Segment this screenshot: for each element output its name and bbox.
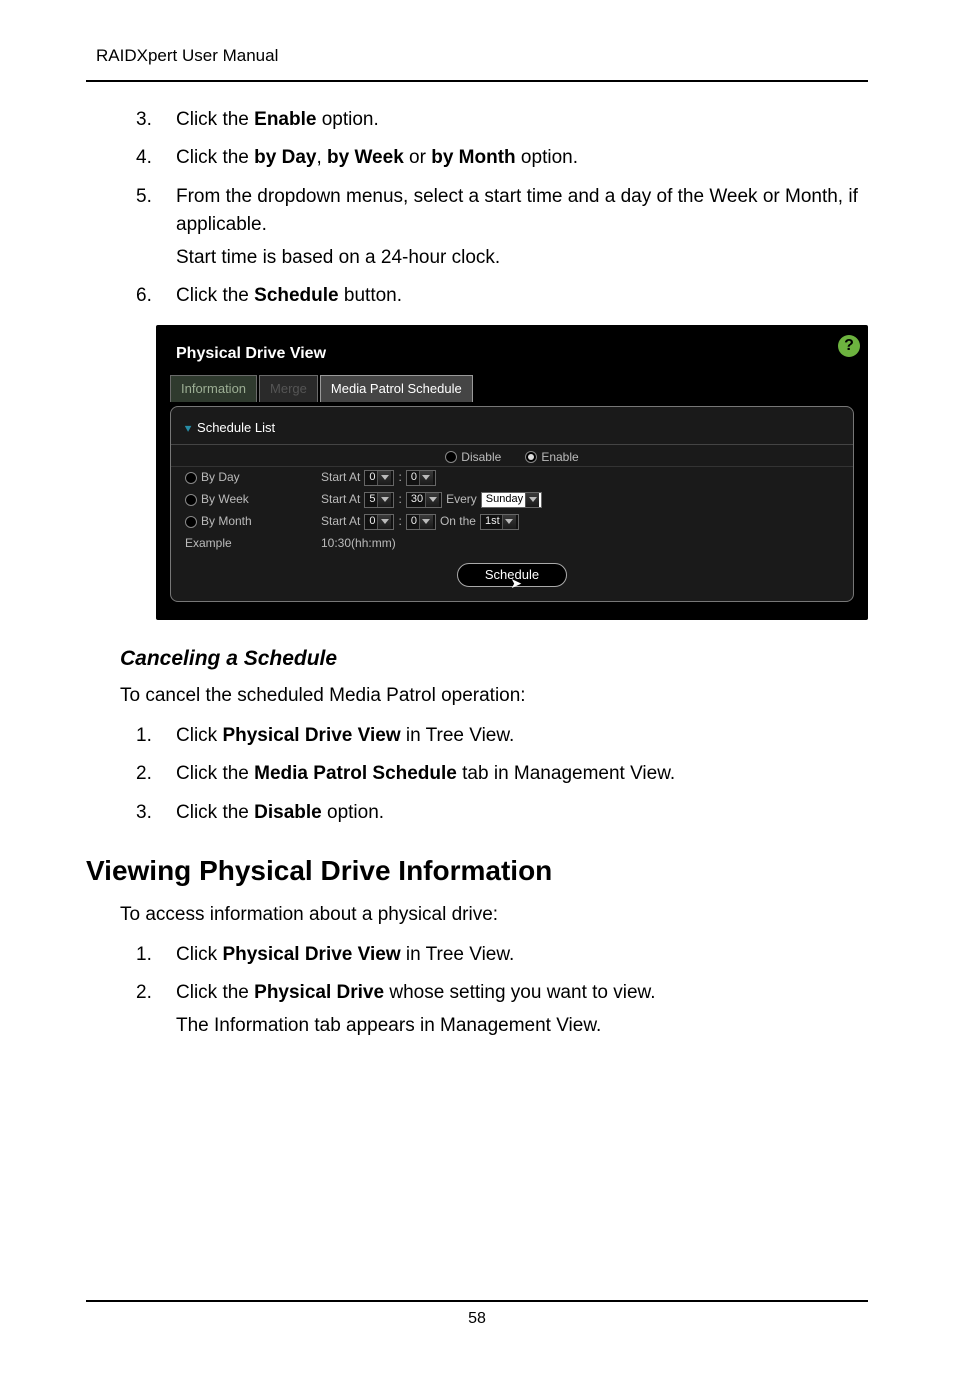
day-of-month-select[interactable]: 1st [480, 514, 519, 530]
by-day-row: By Day Start At 0 : 0 [171, 467, 853, 489]
step-3: Click the Enable option. [136, 106, 868, 135]
enable-option[interactable]: Enable [525, 449, 578, 466]
chevron-down-icon [525, 493, 539, 507]
view-step-list: Click Physical Drive View in Tree View. … [86, 941, 868, 1041]
tab-media-patrol-schedule[interactable]: Media Patrol Schedule [320, 375, 473, 402]
hour-select[interactable]: 0 [364, 470, 394, 486]
hour-select[interactable]: 5 [364, 492, 394, 508]
step-4: Click the by Day, by Week or by Month op… [136, 144, 868, 173]
view-step-1: Click Physical Drive View in Tree View. [136, 941, 868, 970]
viewing-heading: Viewing Physical Drive Information [86, 851, 868, 890]
chevron-down-icon [419, 515, 433, 529]
radio-icon [445, 451, 457, 463]
enable-disable-row: Disable Enable [171, 445, 853, 467]
page-number: 58 [86, 1300, 868, 1330]
minute-select[interactable]: 0 [406, 470, 436, 486]
radio-icon[interactable] [185, 494, 197, 506]
radio-icon[interactable] [185, 472, 197, 484]
schedule-button[interactable]: Schedule ➤ [457, 563, 567, 587]
cursor-icon: ➤ [510, 575, 522, 592]
chevron-down-icon [377, 471, 391, 485]
step-6: Click the Schedule button. [136, 282, 868, 311]
chevron-down-icon [377, 493, 391, 507]
canceling-heading: Canceling a Schedule [120, 644, 868, 673]
schedule-list-box: ▾ Schedule List Disable Enable By Day St… [170, 406, 854, 601]
cancel-step-list: Click Physical Drive View in Tree View. … [86, 722, 868, 828]
minute-select[interactable]: 30 [406, 492, 442, 508]
chevron-down-icon: ▾ [185, 420, 192, 437]
help-icon[interactable]: ? [838, 335, 860, 357]
tab-information[interactable]: Information [170, 375, 257, 402]
chevron-down-icon [419, 471, 433, 485]
step-5-sub: Start time is based on a 24-hour clock. [176, 244, 868, 273]
radio-icon[interactable] [185, 516, 197, 528]
minute-select[interactable]: 0 [406, 514, 436, 530]
view-step-2-sub: The Information tab appears in Managemen… [176, 1012, 868, 1041]
physical-drive-view-panel: Physical Drive View ? Information Merge … [156, 325, 868, 620]
top-step-list: Click the Enable option. Click the by Da… [86, 106, 868, 311]
cancel-intro: To cancel the scheduled Media Patrol ope… [120, 683, 868, 710]
tab-bar: Information Merge Media Patrol Schedule [170, 375, 854, 402]
radio-icon [525, 451, 537, 463]
chevron-down-icon [502, 515, 516, 529]
weekday-select[interactable]: Sunday [481, 492, 542, 508]
running-header: RAIDXpert User Manual [96, 44, 868, 68]
schedule-list-header: ▾ Schedule List [171, 415, 853, 444]
cancel-step-3: Click the Disable option. [136, 799, 868, 828]
disable-option[interactable]: Disable [445, 449, 501, 466]
panel-title: Physical Drive View [170, 339, 854, 371]
step-5: From the dropdown menus, select a start … [136, 183, 868, 273]
by-week-row: By Week Start At 5 : 30 Every Sunday [171, 489, 853, 511]
by-month-row: By Month Start At 0 : 0 On the 1st [171, 511, 853, 533]
cancel-step-1: Click Physical Drive View in Tree View. [136, 722, 868, 751]
chevron-down-icon [425, 493, 439, 507]
chevron-down-icon [377, 515, 391, 529]
tab-merge[interactable]: Merge [259, 375, 318, 402]
view-step-2: Click the Physical Drive whose setting y… [136, 979, 868, 1040]
hour-select[interactable]: 0 [364, 514, 394, 530]
example-row: Example 10:30(hh:mm) [171, 533, 853, 555]
view-intro: To access information about a physical d… [120, 902, 868, 929]
cancel-step-2: Click the Media Patrol Schedule tab in M… [136, 760, 868, 789]
